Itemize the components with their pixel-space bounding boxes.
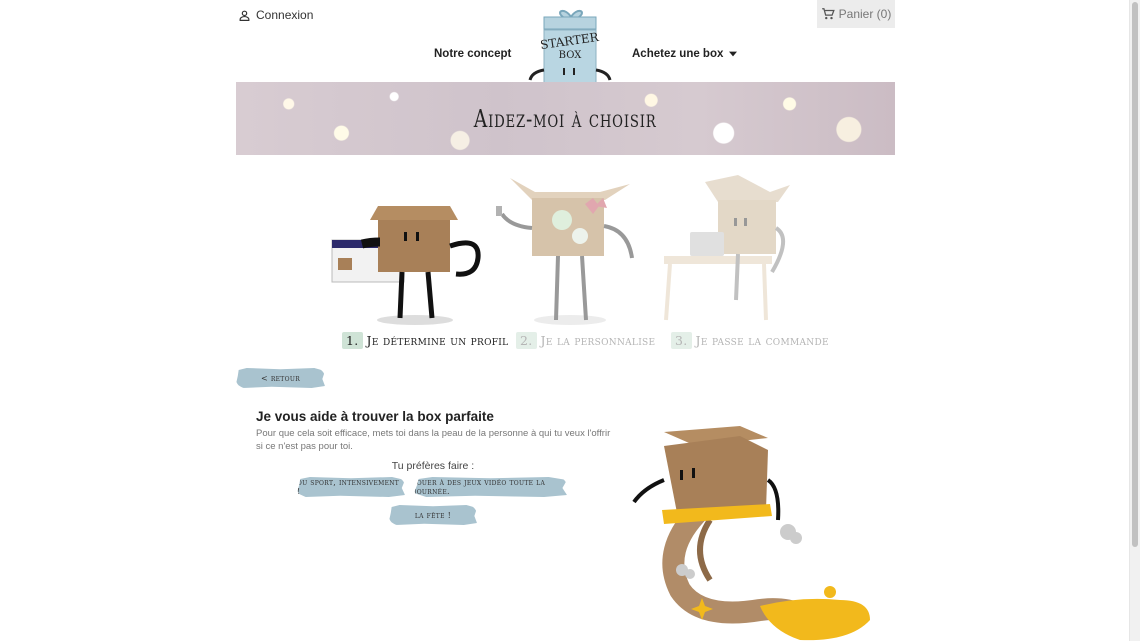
step-1: 1. Je détermine un profil	[342, 332, 508, 349]
step-2: 2. Je la personnalise	[516, 332, 655, 349]
login-label: Connexion	[256, 8, 314, 22]
quiz-description: Pour que cela soit efficace, mets toi da…	[256, 428, 611, 452]
cart-icon	[821, 8, 835, 20]
quiz-question: Tu préfères faire :	[391, 460, 475, 472]
page-scrollbar[interactable]	[1129, 0, 1140, 641]
step1-box-character	[331, 206, 481, 325]
nav-buy-dropdown[interactable]: Achetez une box	[632, 48, 738, 60]
cart-button[interactable]: Panier (0)	[817, 0, 895, 28]
quiz-title: Je vous aide à trouver la box parfaite	[256, 409, 494, 424]
nav-buy-label: Achetez une box	[632, 48, 724, 60]
back-button[interactable]: < retour	[236, 368, 325, 388]
caret-down-icon	[729, 51, 738, 57]
step-1-label: Je détermine un profil	[366, 333, 509, 348]
nav-concept[interactable]: Notre concept	[434, 48, 511, 60]
login-link[interactable]: Connexion	[238, 8, 313, 22]
step-1-number: 1.	[342, 332, 363, 349]
step-2-number: 2.	[516, 332, 537, 349]
logo-text-box: BOX	[559, 50, 583, 61]
answer-videogames-button[interactable]: jouer à des jeux vidéo toute la journée.	[414, 477, 567, 497]
step-2-label: Je la personnalise	[540, 333, 656, 348]
page-banner: Aidez-moi à choisir	[236, 82, 895, 155]
step-3-label: Je passe la commande	[695, 333, 829, 348]
page-title: Aidez-moi à choisir	[474, 104, 657, 133]
cart-label: Panier (0)	[838, 7, 892, 21]
step-3-number: 3.	[671, 332, 692, 349]
step2-box-character	[496, 178, 634, 325]
step3-box-character	[664, 175, 790, 321]
answer-party-button[interactable]: la fête !	[389, 505, 477, 525]
person-icon	[239, 10, 250, 21]
genie-illustration	[620, 420, 890, 641]
nav-concept-label: Notre concept	[434, 48, 512, 60]
answer-sport-button[interactable]: du sport, intensivement !	[297, 477, 405, 497]
step-3: 3. Je passe la commande	[671, 332, 829, 349]
scrollbar-thumb[interactable]	[1132, 2, 1138, 547]
